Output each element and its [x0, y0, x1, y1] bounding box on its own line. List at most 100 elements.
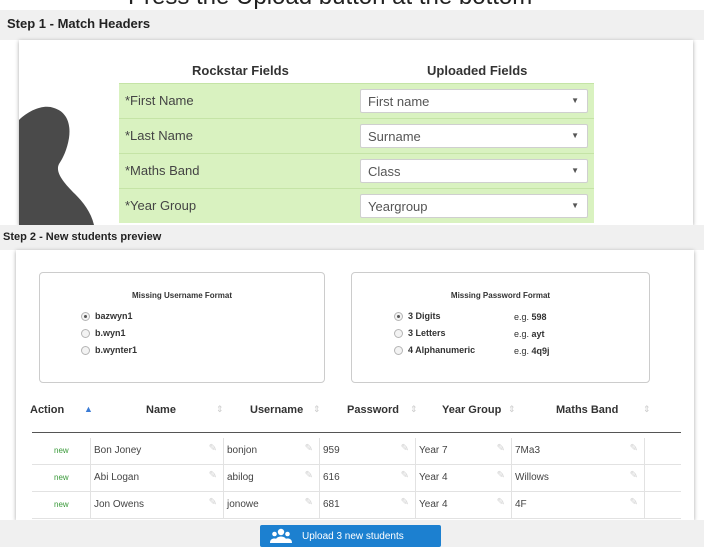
password-cell[interactable]: 616 ✎	[319, 465, 416, 491]
year-group-cell[interactable]: Year 7 ✎	[415, 438, 512, 464]
password-format-title: Missing Password Format	[450, 291, 551, 300]
password-example: e.g. 4q9j	[514, 346, 550, 356]
action-cell: new	[32, 465, 91, 491]
maths-band-cell[interactable]: 4F ✎	[511, 492, 645, 518]
select-value: Yeargroup	[368, 199, 428, 214]
password-format-box: Missing Password Format 3 Digits e.g. 59…	[351, 272, 650, 383]
column-header-maths-band[interactable]: Maths Band	[556, 404, 618, 416]
column-header-year-group[interactable]: Year Group	[442, 404, 501, 416]
uploaded-fields-header: Uploaded Fields	[427, 63, 528, 78]
radio-selected-icon	[394, 312, 403, 321]
uploaded-field-select[interactable]: Surname ▼	[360, 124, 588, 148]
select-value: Class	[368, 164, 401, 179]
pencil-icon[interactable]: ✎	[209, 497, 217, 508]
sort-icon[interactable]: ⇕	[216, 404, 224, 415]
mapping-row-last-name: *Last Name Surname ▼	[119, 118, 594, 153]
radio-selected-icon	[81, 312, 90, 321]
column-header-password[interactable]: Password	[347, 404, 399, 416]
select-value: First name	[368, 94, 430, 109]
column-header-name[interactable]: Name	[146, 404, 176, 416]
name-cell[interactable]: Jon Owens ✎	[90, 492, 224, 518]
new-badge: new	[54, 473, 69, 482]
radio-icon	[394, 329, 403, 338]
action-cell: new	[32, 492, 91, 518]
pencil-icon[interactable]: ✎	[401, 497, 409, 508]
radio-icon	[81, 329, 90, 338]
mapping-row-maths-band: *Maths Band Class ▼	[119, 153, 594, 188]
step1-title: Step 1 - Match Headers	[7, 16, 151, 31]
sort-icon[interactable]: ⇕	[508, 404, 516, 415]
step2-header: Step 2 - New students preview	[0, 225, 704, 250]
year-group-cell[interactable]: Year 4 ✎	[415, 465, 512, 491]
uploaded-field-select[interactable]: First name ▼	[360, 89, 588, 113]
action-cell: new	[32, 438, 91, 464]
rockstar-field-label: *Maths Band	[125, 163, 200, 178]
mapping-row-year-group: *Year Group Yeargroup ▼	[119, 188, 594, 223]
pencil-icon[interactable]: ✎	[305, 443, 313, 454]
caret-down-icon: ▼	[571, 166, 579, 175]
pencil-icon[interactable]: ✎	[630, 497, 638, 508]
pencil-icon[interactable]: ✎	[401, 443, 409, 454]
step1-header: Step 1 - Match Headers	[0, 10, 704, 40]
pencil-icon[interactable]: ✎	[209, 443, 217, 454]
table-row: new Jon Owens ✎ jonowe ✎ 681 ✎ Year 4 ✎ 4F ✎	[32, 492, 681, 519]
table-row: new Bon Joney ✎ bonjon ✎ 959 ✎ Year 7 ✎ 7Ma3…	[32, 438, 681, 465]
username-cell[interactable]: bonjon ✎	[223, 438, 320, 464]
name-cell[interactable]: Abi Logan ✎	[90, 465, 224, 491]
instruction-banner: Press the Upload button at the bottom	[0, 0, 704, 10]
sort-icon[interactable]: ⇕	[313, 404, 321, 415]
instruction-text: Press the Upload button at the bottom	[128, 0, 532, 10]
uploaded-field-select[interactable]: Yeargroup ▼	[360, 194, 588, 218]
pencil-icon[interactable]: ✎	[630, 443, 638, 454]
pencil-icon[interactable]: ✎	[497, 497, 505, 508]
new-badge: new	[54, 500, 69, 509]
pencil-icon[interactable]: ✎	[630, 470, 638, 481]
pencil-icon[interactable]: ✎	[209, 470, 217, 481]
username-cell[interactable]: abilog ✎	[223, 465, 320, 491]
sort-icon[interactable]: ⇕	[410, 404, 418, 415]
password-example: e.g. 598	[514, 312, 547, 322]
uploaded-field-select[interactable]: Class ▼	[360, 159, 588, 183]
upload-button-label: Upload 3 new students	[302, 531, 404, 542]
upload-students-button[interactable]: Upload 3 new students	[260, 525, 441, 547]
sort-asc-icon[interactable]: ▲	[84, 404, 93, 414]
radio-icon	[394, 346, 403, 355]
caret-down-icon: ▼	[571, 201, 579, 210]
mapping-row-first-name: *First Name First name ▼	[119, 83, 594, 118]
username-format-title: Missing Username Format	[131, 291, 233, 300]
step2-title: Step 2 - New students preview	[3, 231, 162, 243]
caret-down-icon: ▼	[571, 96, 579, 105]
caret-down-icon: ▼	[571, 131, 579, 140]
password-cell[interactable]: 959 ✎	[319, 438, 416, 464]
pencil-icon[interactable]: ✎	[497, 470, 505, 481]
username-format-box: Missing Username Format bazwyn1 b.wyn1 b…	[39, 272, 325, 383]
pencil-icon[interactable]: ✎	[401, 470, 409, 481]
maths-band-cell[interactable]: 7Ma3 ✎	[511, 438, 645, 464]
pencil-icon[interactable]: ✎	[305, 470, 313, 481]
rockstar-field-label: *Year Group	[125, 198, 197, 213]
person-silhouette-icon	[19, 106, 94, 225]
table-row: new Abi Logan ✎ abilog ✎ 616 ✎ Year 4 ✎ Will…	[32, 465, 681, 492]
password-example: e.g. ayt	[514, 329, 545, 339]
sort-icon[interactable]: ⇕	[643, 404, 651, 415]
password-cell[interactable]: 681 ✎	[319, 492, 416, 518]
maths-band-cell[interactable]: Willows ✎	[511, 465, 645, 491]
rockstar-field-label: *First Name	[125, 93, 194, 108]
new-badge: new	[54, 446, 69, 455]
rockstar-field-label: *Last Name	[125, 128, 193, 143]
rockstar-fields-header: Rockstar Fields	[192, 63, 289, 78]
footer-bar: Upload 3 new students	[0, 520, 704, 547]
pencil-icon[interactable]: ✎	[497, 443, 505, 454]
select-value: Surname	[368, 129, 421, 144]
username-cell[interactable]: jonowe ✎	[223, 492, 320, 518]
table-header-divider	[32, 432, 681, 433]
column-header-action[interactable]: Action	[30, 404, 64, 416]
pencil-icon[interactable]: ✎	[305, 497, 313, 508]
users-icon	[270, 528, 292, 543]
name-cell[interactable]: Bon Joney ✎	[90, 438, 224, 464]
year-group-cell[interactable]: Year 4 ✎	[415, 492, 512, 518]
students-preview-panel: Missing Username Format bazwyn1 b.wyn1 b…	[16, 250, 694, 520]
match-headers-panel: Rockstar Fields Uploaded Fields *First N…	[19, 40, 693, 225]
column-header-username[interactable]: Username	[250, 404, 303, 416]
radio-icon	[81, 346, 90, 355]
